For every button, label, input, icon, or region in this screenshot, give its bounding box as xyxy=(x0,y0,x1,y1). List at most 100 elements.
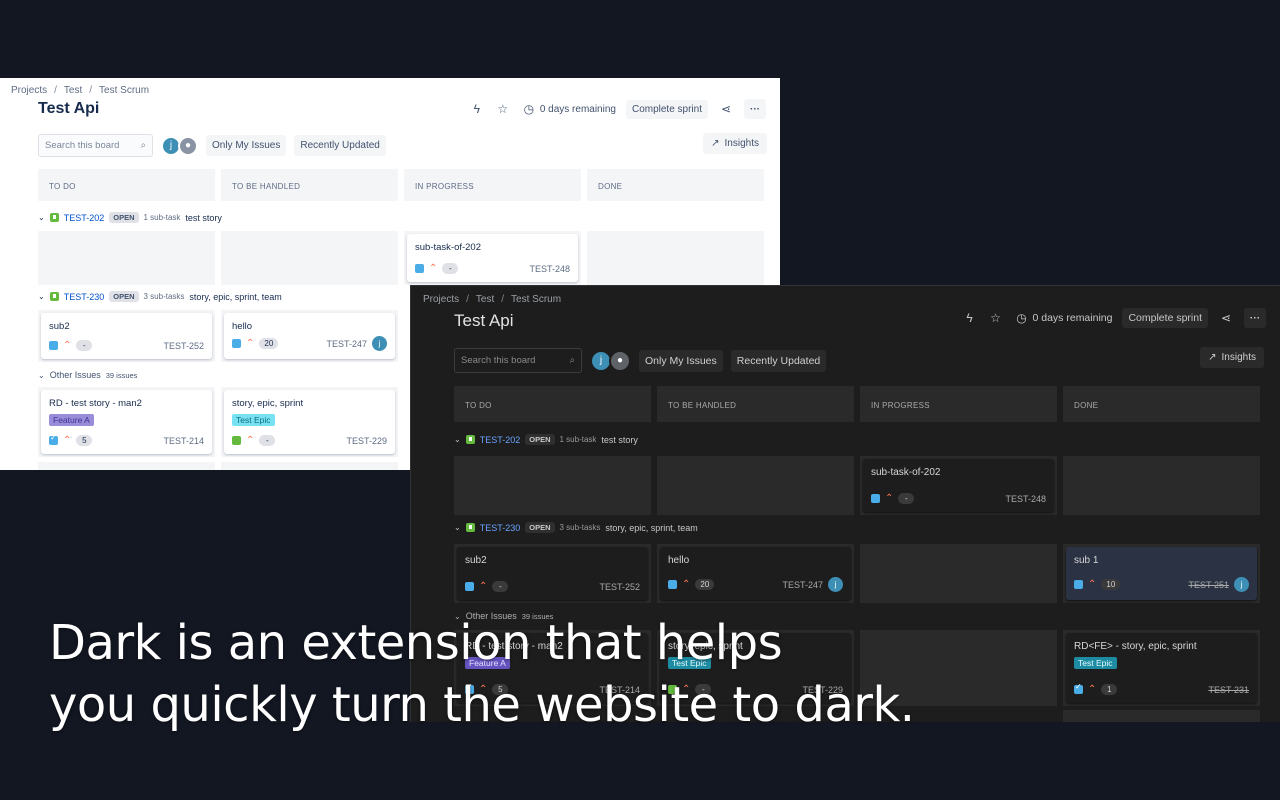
board-cell xyxy=(1063,456,1260,515)
star-icon[interactable]: ☆ xyxy=(988,311,1004,325)
swimlane-key[interactable]: TEST-230 xyxy=(480,523,521,533)
subtask-count: 1 sub-task xyxy=(559,435,597,444)
breadcrumb-separator: / xyxy=(466,294,469,305)
clock-icon: ◷ xyxy=(523,102,535,116)
subtask-icon xyxy=(871,494,880,503)
board-cell xyxy=(587,231,764,285)
lightning-icon[interactable]: ϟ xyxy=(469,102,485,116)
board-cell: RD<FE> - story, epic, sprint Test Epic ⌃… xyxy=(1063,630,1260,706)
issue-card[interactable]: RD<FE> - story, epic, sprint Test Epic ⌃… xyxy=(1066,633,1257,703)
search-placeholder: Search this board xyxy=(45,140,120,151)
priority-medium-icon: ⌃ xyxy=(1088,578,1097,590)
star-icon[interactable]: ☆ xyxy=(495,102,511,116)
swimlane-header[interactable]: ⌄ TEST-230 OPEN 3 sub-tasks story, epic,… xyxy=(454,522,698,533)
subtask-count: 1 sub-task xyxy=(143,213,181,222)
epic-label[interactable]: Test Epic xyxy=(232,414,275,426)
avatar-unassigned-icon[interactable]: ● xyxy=(178,135,198,156)
swimlane-header[interactable]: ⌄ TEST-202 OPEN 1 sub-task test story xyxy=(38,212,222,223)
swimlane-key[interactable]: TEST-202 xyxy=(64,213,105,223)
swimlane-header[interactable]: ⌄ TEST-230 OPEN 3 sub-tasks story, epic,… xyxy=(38,291,282,302)
assignee-avatar[interactable]: j xyxy=(372,336,387,351)
only-my-issues-filter[interactable]: Only My Issues xyxy=(206,135,287,156)
epic-label[interactable]: Feature A xyxy=(49,414,94,426)
chevron-down-icon[interactable]: ⌄ xyxy=(38,213,45,222)
breadcrumb-test[interactable]: Test xyxy=(476,294,494,305)
issue-card[interactable]: sub-task-of-202 ⌃ - TEST-248 xyxy=(407,234,578,282)
chevron-down-icon[interactable]: ⌄ xyxy=(454,435,461,444)
story-icon xyxy=(49,292,59,301)
chevron-down-icon[interactable]: ⌄ xyxy=(38,292,45,301)
chevron-down-icon[interactable]: ⌄ xyxy=(38,371,45,380)
more-options-button[interactable]: ··· xyxy=(1244,308,1266,328)
breadcrumb-test-scrum[interactable]: Test Scrum xyxy=(511,294,561,305)
column-header-in-progress: IN PROGRESS xyxy=(404,169,581,201)
issue-card[interactable]: sub 1 ⌃ 10 TEST-251 j xyxy=(1066,547,1257,600)
issue-card[interactable]: hello ⌃ 20 TEST-247 j xyxy=(224,313,395,359)
swimlane-key[interactable]: TEST-230 xyxy=(64,292,105,302)
only-my-issues-filter[interactable]: Only My Issues xyxy=(639,349,723,372)
card-summary: sub2 xyxy=(49,321,70,332)
caption-line-1: Dark is an extension that helps xyxy=(49,615,783,671)
estimate-badge: 20 xyxy=(695,579,715,590)
chart-icon: ↗ xyxy=(1208,352,1217,363)
issue-key: TEST-231 xyxy=(1208,684,1249,695)
share-icon[interactable]: ⋖ xyxy=(1218,311,1234,325)
issue-card[interactable]: story, epic, sprint Test Epic ⌃ - TEST-2… xyxy=(224,390,395,454)
avatar-unassigned-icon[interactable]: ● xyxy=(609,349,631,372)
more-options-button[interactable]: ··· xyxy=(744,99,766,119)
breadcrumb-test[interactable]: Test xyxy=(64,85,82,96)
insights-label: Insights xyxy=(724,138,759,149)
assignee-avatar[interactable]: j xyxy=(828,577,843,592)
issue-key: TEST-214 xyxy=(163,435,204,446)
swimlane-key[interactable]: TEST-202 xyxy=(480,435,521,445)
board-cell xyxy=(454,456,651,515)
column-header-todo: TO DO xyxy=(454,386,651,422)
share-icon[interactable]: ⋖ xyxy=(718,102,734,116)
priority-medium-icon: ⌃ xyxy=(682,578,691,590)
issue-card[interactable]: RD - test story - man2 Feature A ⌃ 5 TES… xyxy=(41,390,212,454)
insights-button[interactable]: ↗ Insights xyxy=(703,133,767,154)
swimlane-summary: story, epic, sprint, team xyxy=(605,522,698,533)
lightning-icon[interactable]: ϟ xyxy=(962,311,978,325)
priority-medium-icon: ⌃ xyxy=(246,434,255,446)
header-actions: ϟ ☆ ◷ 0 days remaining Complete sprint ⋖… xyxy=(962,308,1266,328)
search-input[interactable]: Search this board ⌕ xyxy=(38,134,153,157)
estimate-badge: - xyxy=(898,493,915,504)
insights-button[interactable]: ↗ Insights xyxy=(1200,347,1264,368)
recently-updated-filter[interactable]: Recently Updated xyxy=(294,135,386,156)
swimlane-header[interactable]: ⌄ TEST-202 OPEN 1 sub-task test story xyxy=(454,434,638,445)
complete-sprint-button[interactable]: Complete sprint xyxy=(625,99,708,119)
breadcrumb-projects[interactable]: Projects xyxy=(11,85,47,96)
status-badge: OPEN xyxy=(525,434,555,445)
complete-sprint-button[interactable]: Complete sprint xyxy=(1122,308,1208,328)
card-summary: sub 1 xyxy=(1074,555,1099,566)
subtask-icon xyxy=(1074,580,1083,589)
column-header-done: DONE xyxy=(1063,386,1260,422)
assignee-avatar[interactable]: j xyxy=(1234,577,1249,592)
issue-key: TEST-252 xyxy=(163,340,204,351)
status-badge: OPEN xyxy=(109,212,139,223)
clock-icon: ◷ xyxy=(1016,311,1027,325)
story-icon xyxy=(49,213,59,222)
board-cell xyxy=(1063,710,1260,722)
subtask-count: 3 sub-tasks xyxy=(143,292,185,301)
insights-label: Insights xyxy=(1221,352,1256,363)
issue-card[interactable]: sub-task-of-202 ⌃ - TEST-248 xyxy=(863,459,1054,512)
breadcrumb-projects[interactable]: Projects xyxy=(423,294,459,305)
issue-card[interactable]: hello ⌃ 20 TEST-247 j xyxy=(660,547,851,600)
recently-updated-filter[interactable]: Recently Updated xyxy=(730,349,827,372)
breadcrumb-test-scrum[interactable]: Test Scrum xyxy=(99,85,149,96)
chevron-down-icon[interactable]: ⌄ xyxy=(454,523,461,532)
other-issues-header[interactable]: ⌄ Other Issues 39 issues xyxy=(38,370,137,380)
issue-card[interactable]: sub2 ⌃ - TEST-252 xyxy=(41,313,212,359)
board-cell xyxy=(38,462,215,470)
estimate-badge: 20 xyxy=(259,338,279,349)
search-input[interactable]: Search this board ⌕ xyxy=(454,348,582,373)
issue-card[interactable]: sub2 ⌃ - TEST-252 xyxy=(457,547,648,600)
epic-label[interactable]: Test Epic xyxy=(1074,657,1117,669)
board-cell: sub 1 ⌃ 10 TEST-251 j xyxy=(1063,544,1260,603)
board-cell xyxy=(221,462,398,470)
remaining-text: 0 days remaining xyxy=(539,103,616,115)
card-summary: hello xyxy=(232,321,253,332)
header-actions: ϟ ☆ ◷ 0 days remaining Complete sprint ⋖… xyxy=(469,99,766,119)
